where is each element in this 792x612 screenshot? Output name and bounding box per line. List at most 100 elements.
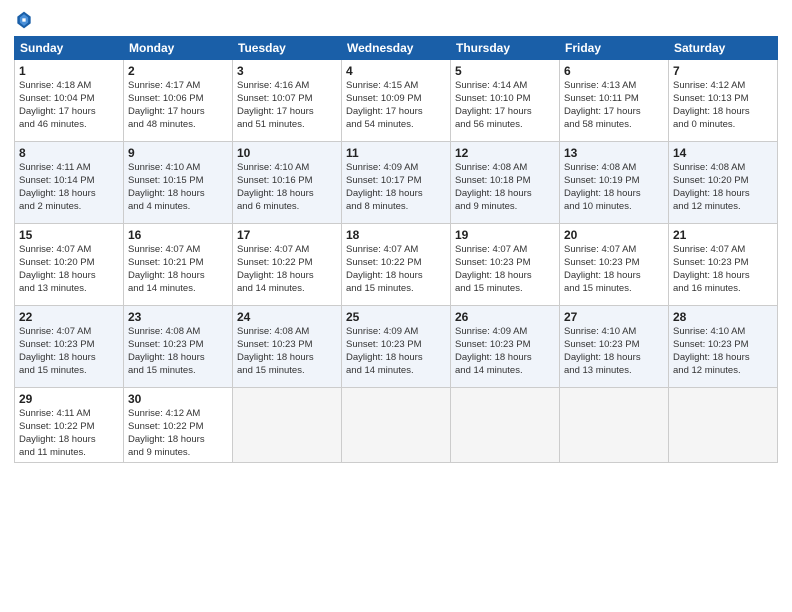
day-number: 28 xyxy=(673,309,773,325)
calendar-cell: 12Sunrise: 4:08 AM Sunset: 10:18 PM Dayl… xyxy=(451,142,560,224)
day-number: 20 xyxy=(564,227,664,243)
day-of-week-header: Friday xyxy=(560,37,669,60)
day-number: 19 xyxy=(455,227,555,243)
day-info: Sunrise: 4:17 AM Sunset: 10:06 PM Daylig… xyxy=(128,80,205,129)
logo-icon xyxy=(14,10,34,30)
day-info: Sunrise: 4:13 AM Sunset: 10:11 PM Daylig… xyxy=(564,80,641,129)
calendar-cell xyxy=(669,388,778,463)
calendar-cell: 22Sunrise: 4:07 AM Sunset: 10:23 PM Dayl… xyxy=(15,306,124,388)
calendar-cell: 20Sunrise: 4:07 AM Sunset: 10:23 PM Dayl… xyxy=(560,224,669,306)
day-number: 6 xyxy=(564,63,664,79)
calendar-cell: 14Sunrise: 4:08 AM Sunset: 10:20 PM Dayl… xyxy=(669,142,778,224)
day-number: 13 xyxy=(564,145,664,161)
calendar-cell: 9Sunrise: 4:10 AM Sunset: 10:15 PM Dayli… xyxy=(124,142,233,224)
day-info: Sunrise: 4:09 AM Sunset: 10:17 PM Daylig… xyxy=(346,162,423,211)
calendar-cell xyxy=(560,388,669,463)
day-number: 27 xyxy=(564,309,664,325)
day-number: 16 xyxy=(128,227,228,243)
day-of-week-header: Thursday xyxy=(451,37,560,60)
day-number: 25 xyxy=(346,309,446,325)
day-info: Sunrise: 4:08 AM Sunset: 10:20 PM Daylig… xyxy=(673,162,750,211)
calendar-cell: 16Sunrise: 4:07 AM Sunset: 10:21 PM Dayl… xyxy=(124,224,233,306)
day-info: Sunrise: 4:10 AM Sunset: 10:16 PM Daylig… xyxy=(237,162,314,211)
calendar-cell: 5Sunrise: 4:14 AM Sunset: 10:10 PM Dayli… xyxy=(451,60,560,142)
day-info: Sunrise: 4:09 AM Sunset: 10:23 PM Daylig… xyxy=(455,326,532,375)
day-of-week-header: Tuesday xyxy=(233,37,342,60)
calendar-cell: 23Sunrise: 4:08 AM Sunset: 10:23 PM Dayl… xyxy=(124,306,233,388)
day-info: Sunrise: 4:07 AM Sunset: 10:23 PM Daylig… xyxy=(673,244,750,293)
calendar-cell: 4Sunrise: 4:15 AM Sunset: 10:09 PM Dayli… xyxy=(342,60,451,142)
day-number: 26 xyxy=(455,309,555,325)
day-info: Sunrise: 4:07 AM Sunset: 10:22 PM Daylig… xyxy=(346,244,423,293)
calendar-cell: 18Sunrise: 4:07 AM Sunset: 10:22 PM Dayl… xyxy=(342,224,451,306)
calendar-cell: 11Sunrise: 4:09 AM Sunset: 10:17 PM Dayl… xyxy=(342,142,451,224)
day-number: 9 xyxy=(128,145,228,161)
day-number: 11 xyxy=(346,145,446,161)
calendar-cell: 19Sunrise: 4:07 AM Sunset: 10:23 PM Dayl… xyxy=(451,224,560,306)
calendar-cell: 1Sunrise: 4:18 AM Sunset: 10:04 PM Dayli… xyxy=(15,60,124,142)
day-number: 24 xyxy=(237,309,337,325)
header xyxy=(14,10,778,30)
day-number: 8 xyxy=(19,145,119,161)
calendar-cell: 21Sunrise: 4:07 AM Sunset: 10:23 PM Dayl… xyxy=(669,224,778,306)
day-info: Sunrise: 4:08 AM Sunset: 10:19 PM Daylig… xyxy=(564,162,641,211)
day-of-week-header: Saturday xyxy=(669,37,778,60)
day-of-week-header: Monday xyxy=(124,37,233,60)
calendar-cell: 15Sunrise: 4:07 AM Sunset: 10:20 PM Dayl… xyxy=(15,224,124,306)
calendar-cell: 10Sunrise: 4:10 AM Sunset: 10:16 PM Dayl… xyxy=(233,142,342,224)
day-info: Sunrise: 4:07 AM Sunset: 10:23 PM Daylig… xyxy=(19,326,96,375)
day-info: Sunrise: 4:12 AM Sunset: 10:22 PM Daylig… xyxy=(128,408,205,457)
calendar-cell: 17Sunrise: 4:07 AM Sunset: 10:22 PM Dayl… xyxy=(233,224,342,306)
day-info: Sunrise: 4:11 AM Sunset: 10:22 PM Daylig… xyxy=(19,408,96,457)
day-of-week-header: Sunday xyxy=(15,37,124,60)
day-info: Sunrise: 4:07 AM Sunset: 10:22 PM Daylig… xyxy=(237,244,314,293)
day-number: 30 xyxy=(128,391,228,407)
day-info: Sunrise: 4:14 AM Sunset: 10:10 PM Daylig… xyxy=(455,80,532,129)
day-number: 15 xyxy=(19,227,119,243)
day-info: Sunrise: 4:10 AM Sunset: 10:23 PM Daylig… xyxy=(564,326,641,375)
day-number: 5 xyxy=(455,63,555,79)
day-info: Sunrise: 4:09 AM Sunset: 10:23 PM Daylig… xyxy=(346,326,423,375)
calendar-cell: 7Sunrise: 4:12 AM Sunset: 10:13 PM Dayli… xyxy=(669,60,778,142)
day-number: 7 xyxy=(673,63,773,79)
calendar-cell xyxy=(451,388,560,463)
day-number: 3 xyxy=(237,63,337,79)
calendar-cell xyxy=(233,388,342,463)
calendar-cell: 25Sunrise: 4:09 AM Sunset: 10:23 PM Dayl… xyxy=(342,306,451,388)
day-info: Sunrise: 4:16 AM Sunset: 10:07 PM Daylig… xyxy=(237,80,314,129)
day-info: Sunrise: 4:18 AM Sunset: 10:04 PM Daylig… xyxy=(19,80,96,129)
day-info: Sunrise: 4:15 AM Sunset: 10:09 PM Daylig… xyxy=(346,80,423,129)
day-info: Sunrise: 4:08 AM Sunset: 10:18 PM Daylig… xyxy=(455,162,532,211)
day-info: Sunrise: 4:07 AM Sunset: 10:23 PM Daylig… xyxy=(564,244,641,293)
day-number: 1 xyxy=(19,63,119,79)
calendar-cell xyxy=(342,388,451,463)
calendar-cell: 28Sunrise: 4:10 AM Sunset: 10:23 PM Dayl… xyxy=(669,306,778,388)
day-number: 14 xyxy=(673,145,773,161)
logo xyxy=(14,10,38,30)
calendar-cell: 27Sunrise: 4:10 AM Sunset: 10:23 PM Dayl… xyxy=(560,306,669,388)
day-number: 17 xyxy=(237,227,337,243)
day-info: Sunrise: 4:07 AM Sunset: 10:21 PM Daylig… xyxy=(128,244,205,293)
calendar-cell: 26Sunrise: 4:09 AM Sunset: 10:23 PM Dayl… xyxy=(451,306,560,388)
calendar-cell: 13Sunrise: 4:08 AM Sunset: 10:19 PM Dayl… xyxy=(560,142,669,224)
day-of-week-header: Wednesday xyxy=(342,37,451,60)
day-number: 10 xyxy=(237,145,337,161)
day-info: Sunrise: 4:12 AM Sunset: 10:13 PM Daylig… xyxy=(673,80,750,129)
calendar-cell: 3Sunrise: 4:16 AM Sunset: 10:07 PM Dayli… xyxy=(233,60,342,142)
calendar-cell: 24Sunrise: 4:08 AM Sunset: 10:23 PM Dayl… xyxy=(233,306,342,388)
calendar-cell: 30Sunrise: 4:12 AM Sunset: 10:22 PM Dayl… xyxy=(124,388,233,463)
day-number: 18 xyxy=(346,227,446,243)
day-info: Sunrise: 4:10 AM Sunset: 10:15 PM Daylig… xyxy=(128,162,205,211)
day-info: Sunrise: 4:08 AM Sunset: 10:23 PM Daylig… xyxy=(128,326,205,375)
calendar-cell: 2Sunrise: 4:17 AM Sunset: 10:06 PM Dayli… xyxy=(124,60,233,142)
page: SundayMondayTuesdayWednesdayThursdayFrid… xyxy=(0,0,792,612)
day-number: 21 xyxy=(673,227,773,243)
day-info: Sunrise: 4:07 AM Sunset: 10:20 PM Daylig… xyxy=(19,244,96,293)
calendar-cell: 8Sunrise: 4:11 AM Sunset: 10:14 PM Dayli… xyxy=(15,142,124,224)
day-info: Sunrise: 4:07 AM Sunset: 10:23 PM Daylig… xyxy=(455,244,532,293)
day-number: 22 xyxy=(19,309,119,325)
day-info: Sunrise: 4:08 AM Sunset: 10:23 PM Daylig… xyxy=(237,326,314,375)
calendar-cell: 6Sunrise: 4:13 AM Sunset: 10:11 PM Dayli… xyxy=(560,60,669,142)
day-info: Sunrise: 4:10 AM Sunset: 10:23 PM Daylig… xyxy=(673,326,750,375)
day-info: Sunrise: 4:11 AM Sunset: 10:14 PM Daylig… xyxy=(19,162,96,211)
